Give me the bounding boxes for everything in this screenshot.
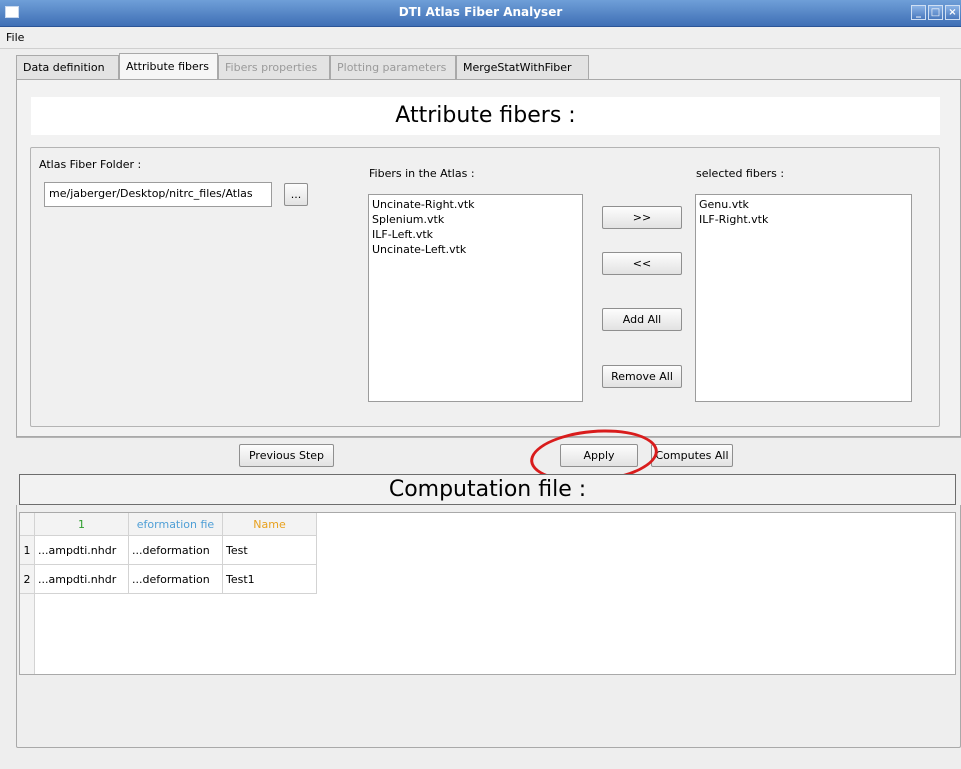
tab-attribute-fibers[interactable]: Attribute fibers (119, 53, 218, 79)
remove-all-button[interactable]: Remove All (602, 365, 682, 388)
column-header[interactable]: Name (223, 513, 317, 536)
menu-bar: File (0, 27, 961, 49)
add-all-button[interactable]: Add All (602, 308, 682, 331)
maximize-icon[interactable]: □ (928, 5, 943, 20)
tab-fibers-properties[interactable]: Fibers properties (218, 55, 330, 80)
tab-data-definition[interactable]: Data definition (16, 55, 119, 80)
list-item[interactable]: Uncinate-Right.vtk (372, 197, 579, 212)
window-title: DTI Atlas Fiber Analyser (398, 5, 563, 19)
table-cell[interactable]: Test1 (223, 565, 317, 594)
table-cell[interactable]: Test (223, 536, 317, 565)
title-bar: DTI Atlas Fiber Analyser _ □ × (0, 0, 961, 27)
table-cell[interactable]: ...ampdti.nhdr (35, 565, 129, 594)
fibers-in-atlas-label: Fibers in the Atlas : (369, 167, 475, 180)
row-header-gutter (20, 594, 35, 674)
table-cell[interactable]: ...deformation (129, 565, 223, 594)
selected-fibers-list[interactable]: Genu.vtk ILF-Right.vtk (695, 194, 912, 402)
atlas-fibers-list[interactable]: Uncinate-Right.vtk Splenium.vtk ILF-Left… (368, 194, 583, 402)
table-cell[interactable]: ...deformation (129, 536, 223, 565)
apply-button[interactable]: Apply (560, 444, 638, 467)
list-item[interactable]: Genu.vtk (699, 197, 908, 212)
computes-all-button[interactable]: Computes All (651, 444, 733, 467)
page-title: Attribute fibers : (31, 97, 940, 135)
list-item[interactable]: ILF-Right.vtk (699, 212, 908, 227)
previous-step-button[interactable]: Previous Step (239, 444, 334, 467)
list-item[interactable]: ILF-Left.vtk (372, 227, 579, 242)
row-header[interactable]: 2 (20, 565, 35, 594)
table-cell[interactable]: ...ampdti.nhdr (35, 536, 129, 565)
column-header[interactable]: 1 (35, 513, 129, 536)
tab-plotting-parameters[interactable]: Plotting parameters (330, 55, 456, 80)
menu-file[interactable]: File (6, 31, 24, 44)
computation-title: Computation file : (19, 474, 956, 505)
column-header[interactable]: eformation fie (129, 513, 223, 536)
divider (16, 437, 961, 438)
computation-table[interactable]: 1 eformation fie Name 1 ...ampdti.nhdr .… (19, 512, 956, 675)
list-item[interactable]: Uncinate-Left.vtk (372, 242, 579, 257)
atlas-folder-label: Atlas Fiber Folder : (39, 158, 142, 171)
selected-fibers-label: selected fibers : (696, 167, 785, 180)
add-fiber-button[interactable]: >> (602, 206, 682, 229)
remove-fiber-button[interactable]: << (602, 252, 682, 275)
browse-button[interactable]: ... (284, 183, 308, 206)
list-item[interactable]: Splenium.vtk (372, 212, 579, 227)
corner-header (20, 513, 35, 536)
tab-merge-stat-with-fiber[interactable]: MergeStatWithFiber (456, 55, 589, 80)
close-icon[interactable]: × (945, 5, 960, 20)
atlas-folder-input[interactable]: me/jaberger/Desktop/nitrc_files/Atlas (44, 182, 272, 207)
minimize-icon[interactable]: _ (911, 5, 926, 20)
row-header[interactable]: 1 (20, 536, 35, 565)
